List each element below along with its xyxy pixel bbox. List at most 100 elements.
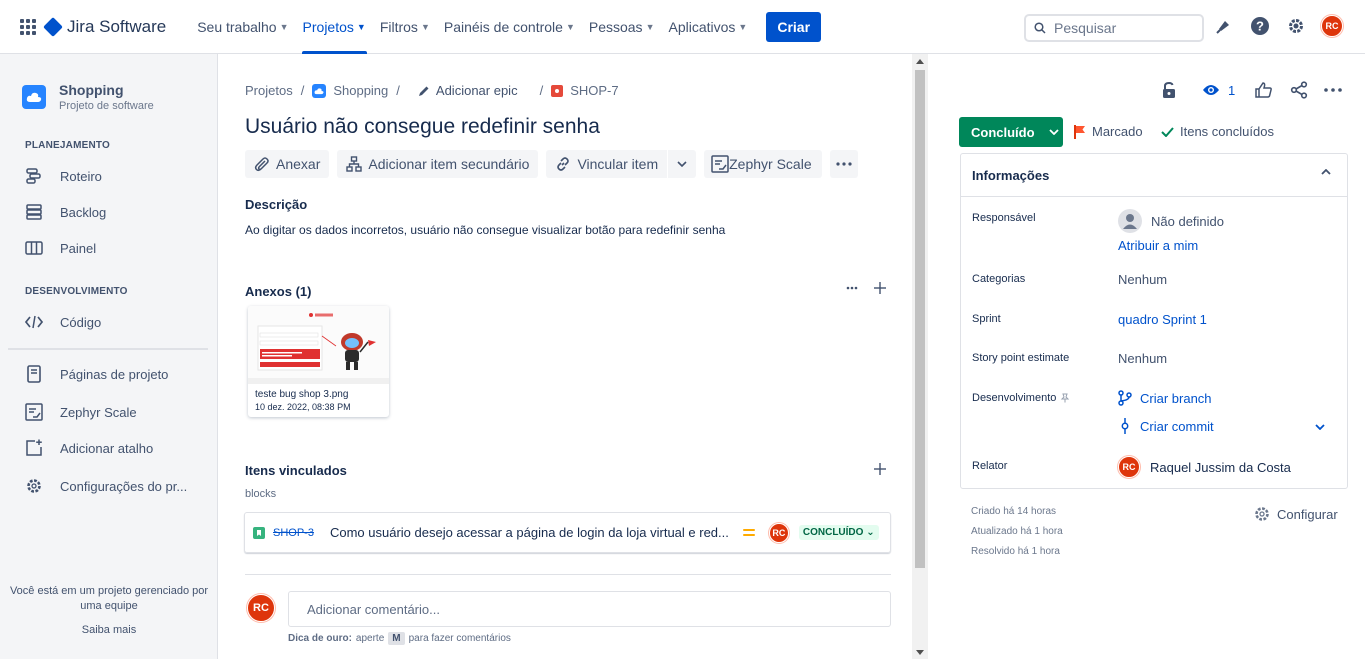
settings-gear-icon (1255, 507, 1269, 521)
issue-title[interactable]: Usuário não consegue redefinir senha (245, 115, 600, 139)
search-icon (1034, 22, 1046, 34)
sidebar-item-backlog[interactable]: Backlog (24, 202, 106, 222)
sidebar-item-project-pages[interactable]: Páginas de projeto (24, 364, 168, 384)
sidebar-item-label: Páginas de projeto (60, 366, 169, 382)
reporter-value: Raquel Jussim da Costa (1150, 459, 1291, 475)
link-issue-button[interactable]: Vincular item (546, 150, 697, 178)
share-icon[interactable] (1290, 78, 1308, 102)
breadcrumb-project[interactable]: Shopping (333, 83, 388, 98)
labels-value[interactable]: Nenhum (1118, 272, 1167, 287)
create-commit-link[interactable]: Criar commit (1118, 418, 1214, 434)
sidebar-item-board[interactable]: Painel (24, 238, 96, 258)
create-branch-link[interactable]: Criar branch (1118, 390, 1212, 406)
linked-issue-row[interactable]: SHOP-3 Como usuário desejo acessar a pág… (244, 512, 891, 553)
add-epic-label: Adicionar epic (435, 83, 518, 98)
settings-gear-icon[interactable] (1285, 15, 1307, 37)
linked-issues-heading: Itens vinculados (245, 463, 347, 478)
watch-button[interactable]: 1 (1202, 78, 1235, 102)
roadmap-icon (24, 166, 44, 186)
sidebar-item-code[interactable]: Código (24, 312, 101, 332)
more-icon[interactable] (846, 286, 858, 290)
flagged-indicator[interactable]: Marcado (1074, 124, 1143, 139)
sidebar-divider (8, 348, 208, 350)
nav-your-work[interactable]: Seu trabalho ▼ (190, 0, 295, 54)
code-icon (24, 312, 44, 332)
pin-icon[interactable] (1060, 393, 1070, 403)
jira-logo[interactable]: Jira Software (43, 17, 166, 37)
nav-people[interactable]: Pessoas ▼ (582, 0, 662, 54)
add-child-issue-button[interactable]: Adicionar item secundário (337, 150, 539, 178)
issue-header-icons: 1 (1160, 78, 1343, 102)
zephyr-icon (24, 402, 44, 422)
user-avatar[interactable]: RC (1321, 15, 1343, 37)
scrollbar-thumb[interactable] (915, 70, 925, 568)
configure-label: Configurar (1277, 506, 1338, 522)
backlog-icon (24, 202, 44, 222)
story-points-value[interactable]: Nenhum (1118, 351, 1167, 366)
paperclip-icon (254, 157, 269, 172)
sidebar-item-zephyr[interactable]: Zephyr Scale (24, 402, 137, 422)
search-input[interactable]: Pesquisar (1024, 14, 1204, 42)
nav-filters[interactable]: Filtros ▼ (373, 0, 437, 54)
assign-to-me-link[interactable]: Atribuir a mim (1118, 238, 1198, 253)
nav-apps[interactable]: Aplicativos ▼ (661, 0, 754, 54)
description-text[interactable]: Ao digitar os dados incorretos, usuário … (245, 223, 725, 237)
nav-dashboards[interactable]: Painéis de controle ▼ (437, 0, 582, 54)
sidebar-item-project-settings[interactable]: Configurações do pr... (24, 476, 187, 496)
sidebar-item-add-shortcut[interactable]: Adicionar atalho (24, 438, 153, 458)
sidebar-item-roadmap[interactable]: Roteiro (24, 166, 102, 186)
sidebar-item-label: Código (60, 314, 102, 330)
assignee-field[interactable]: Não definido (1118, 209, 1224, 233)
reporter-field[interactable]: RC Raquel Jussim da Costa (1118, 456, 1291, 478)
done-items-indicator[interactable]: Itens concluídos (1161, 124, 1274, 139)
linked-issue-key[interactable]: SHOP-3 (273, 527, 314, 539)
lock-icon[interactable] (1160, 78, 1178, 102)
create-branch-label: Criar branch (1140, 390, 1212, 406)
main-scrollbar[interactable] (912, 54, 928, 659)
chevron-down-icon: ⌄ (863, 527, 875, 538)
chevron-down-icon: ▼ (279, 21, 289, 32)
app-switcher-icon[interactable] (20, 18, 36, 35)
chevron-up-icon[interactable] (1321, 169, 1331, 175)
create-button[interactable]: Criar (766, 11, 822, 42)
scroll-down-icon[interactable] (916, 650, 924, 655)
branch-icon (1118, 390, 1132, 406)
attach-button[interactable]: Anexar (245, 150, 330, 178)
bug-type-icon (551, 84, 564, 97)
issue-key[interactable]: SHOP-7 (570, 83, 618, 98)
help-icon[interactable]: ? (1249, 15, 1271, 37)
learn-more-link[interactable]: Saiba mais (0, 623, 218, 638)
sidebar-item-label: Configurações do pr... (60, 478, 188, 494)
sprint-value[interactable]: quadro Sprint 1 (1118, 312, 1207, 327)
breadcrumb-projects[interactable]: Projetos (245, 83, 293, 98)
project-header[interactable]: Shopping Projeto de software (22, 82, 154, 112)
nav-label: Filtros (379, 18, 418, 35)
notifications-icon[interactable] (1213, 15, 1235, 37)
details-header[interactable]: Informações (961, 154, 1347, 197)
linked-issue-summary[interactable]: Como usuário desejo acessar a página de … (330, 525, 729, 540)
linked-issue-status[interactable]: CONCLUÍDO ⌄ (798, 525, 879, 540)
status-transition-button[interactable]: Concluído (959, 117, 1063, 147)
plus-icon[interactable] (874, 463, 886, 475)
chevron-down-icon[interactable] (668, 150, 696, 178)
thumbs-up-icon[interactable] (1255, 78, 1273, 102)
configure-button[interactable]: Configurar (1253, 505, 1338, 523)
chevron-down-icon[interactable] (1315, 424, 1325, 430)
comment-input[interactable]: Adicionar comentário... (288, 591, 891, 627)
comment-avatar: RC (247, 594, 275, 622)
nav-label: Seu trabalho (197, 18, 277, 35)
scroll-up-icon[interactable] (916, 59, 924, 64)
attachment-card[interactable]: teste bug shop 3.png 10 dez. 2022, 08:38… (248, 306, 389, 417)
attachments-heading: Anexos (1) (245, 284, 312, 299)
plus-icon[interactable] (874, 282, 886, 294)
link-icon (557, 157, 570, 171)
nav-label: Aplicativos (668, 18, 736, 35)
zephyr-scale-button[interactable]: Zephyr Scale (704, 150, 822, 178)
breadcrumb: Projetos / Shopping / Adicionar epic / S… (245, 83, 619, 98)
nav-projects[interactable]: Projetos ▼ (296, 0, 373, 54)
add-epic-button[interactable]: Adicionar epic (418, 83, 518, 98)
more-actions-icon[interactable] (829, 150, 858, 178)
sidebar-item-label: Roteiro (60, 168, 102, 184)
chevron-down-icon: ▼ (738, 21, 748, 32)
more-icon[interactable] (1324, 78, 1343, 102)
